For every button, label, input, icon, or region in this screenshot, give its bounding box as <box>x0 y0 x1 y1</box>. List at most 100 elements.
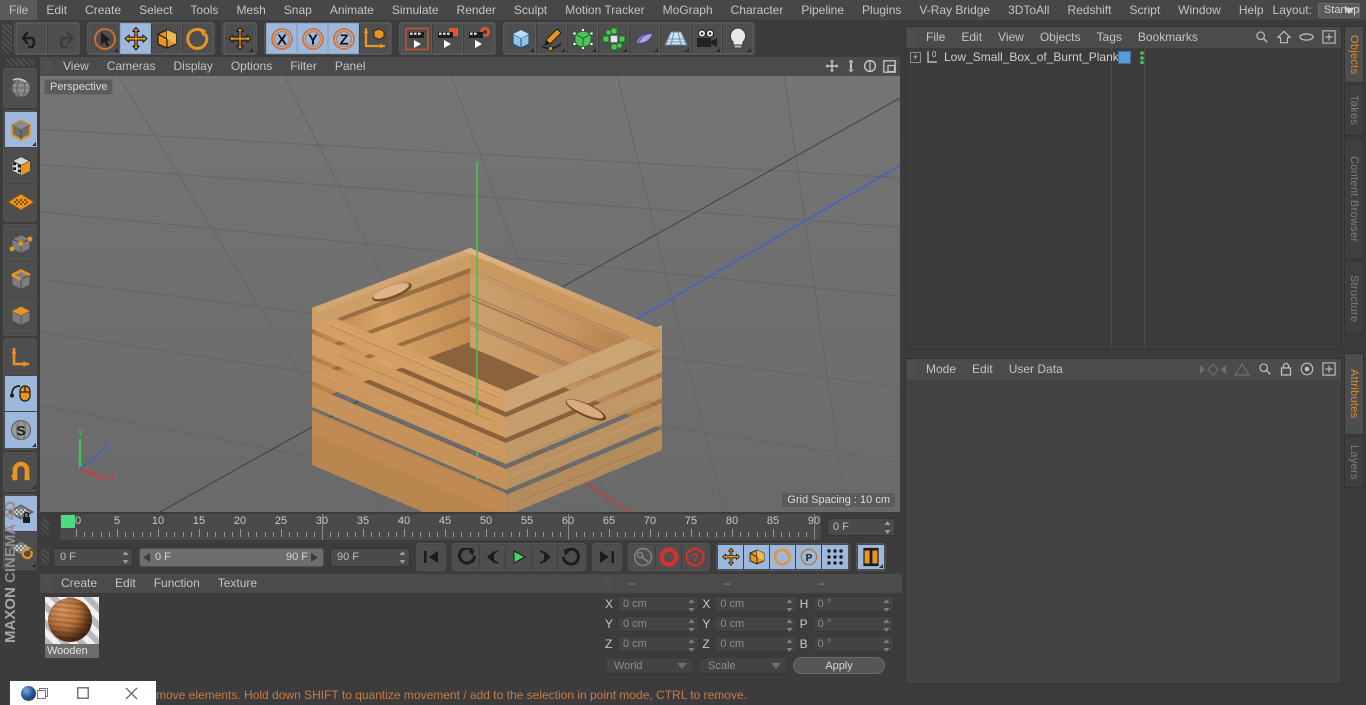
lock-z-axis[interactable]: Z <box>328 23 359 54</box>
object-tag-material[interactable] <box>1118 51 1131 64</box>
viewport-menu-panel[interactable]: Panel <box>326 57 375 76</box>
enable-axis-button[interactable] <box>5 340 37 376</box>
render-view-button[interactable] <box>401 23 432 54</box>
menu-mograph[interactable]: MoGraph <box>654 0 722 20</box>
menu-plugins[interactable]: Plugins <box>853 0 910 20</box>
spinner-icon[interactable] <box>786 639 793 652</box>
ellipse-icon[interactable] <box>1299 32 1314 42</box>
rotate-icon[interactable] <box>863 59 877 73</box>
menu-animate[interactable]: Animate <box>321 0 383 20</box>
search-icon[interactable] <box>1258 362 1272 376</box>
scale-key-button[interactable] <box>744 545 770 569</box>
objects-tree[interactable]: + 0 Low_Small_Box_of_Burnt_Planks <box>906 48 1341 349</box>
play-back-button[interactable] <box>480 545 506 569</box>
plus-box-icon[interactable] <box>1322 362 1336 376</box>
live-selection-tool[interactable] <box>89 23 120 54</box>
lock-icon[interactable] <box>1280 362 1292 376</box>
coord-pos-field-2[interactable]: 0 cm <box>617 636 700 652</box>
coordinate-system-select[interactable]: World <box>605 657 693 674</box>
timeline-frame-field[interactable]: 0 F <box>827 518 895 536</box>
timeline-current-marker[interactable] <box>61 515 75 528</box>
playback-grip[interactable] <box>41 549 49 565</box>
left-toolbar-grip[interactable] <box>6 58 34 66</box>
spinner-icon[interactable] <box>883 639 890 652</box>
lock-x-axis[interactable]: X <box>266 23 297 54</box>
objects-menu-objects[interactable]: Objects <box>1032 27 1089 48</box>
maximize-icon[interactable] <box>883 59 896 73</box>
coord-size-field-0[interactable]: 0 cm <box>714 596 797 612</box>
expand-icon[interactable]: + <box>910 51 921 63</box>
menu-pipeline[interactable]: Pipeline <box>792 0 853 20</box>
material-item[interactable]: Wooden <box>45 597 101 658</box>
spinner-icon[interactable] <box>786 599 793 612</box>
add-spline-button[interactable] <box>536 23 567 54</box>
viewport-grip[interactable] <box>42 59 52 74</box>
add-deformer-button[interactable] <box>598 23 629 54</box>
keyframe-help-button[interactable]: ? <box>682 545 708 569</box>
add-generator-button[interactable] <box>567 23 598 54</box>
preview-range-bar[interactable]: 0 F 90 F <box>139 547 324 567</box>
menu-edit[interactable]: Edit <box>37 0 76 20</box>
menu-tools[interactable]: Tools <box>181 0 227 20</box>
world-object-coordinates[interactable] <box>359 23 390 54</box>
add-light-button[interactable] <box>722 23 753 54</box>
material-menu-function[interactable]: Function <box>145 574 209 593</box>
viewport-3d[interactable]: Perspective Grid Spacing : 10 cm Y X Z <box>40 76 900 512</box>
coordinates-grip[interactable] <box>602 576 610 591</box>
attributes-grip[interactable] <box>908 362 916 377</box>
side-tab-layers[interactable]: Layers <box>1344 436 1364 489</box>
plus-box-icon[interactable] <box>1322 30 1336 44</box>
c4d-taskbar-icon[interactable] <box>10 681 59 705</box>
objects-menu-edit[interactable]: Edit <box>953 27 990 48</box>
spinner-icon[interactable] <box>122 550 129 564</box>
apply-button[interactable]: Apply <box>793 657 885 674</box>
spinner-icon[interactable] <box>399 550 406 564</box>
record-active-objects-button[interactable] <box>630 545 656 569</box>
side-tab-structure[interactable]: Structure <box>1344 261 1364 336</box>
move-axis-tool[interactable] <box>224 23 255 54</box>
workplane-button[interactable]: S <box>5 412 37 448</box>
target-icon[interactable] <box>1300 362 1314 376</box>
rotation-key-button[interactable] <box>770 545 796 569</box>
points-mode-button[interactable] <box>5 226 37 262</box>
autokeying-button[interactable] <box>656 545 682 569</box>
enable-snapping-button[interactable] <box>5 454 37 490</box>
material-menu-texture[interactable]: Texture <box>209 574 266 593</box>
objects-menu-view[interactable]: View <box>990 27 1032 48</box>
side-tab-attributes[interactable]: Attributes <box>1344 353 1364 436</box>
spinner-icon[interactable] <box>688 599 695 612</box>
lock-y-axis[interactable]: Y <box>297 23 328 54</box>
coordinate-mode-select[interactable]: Scale <box>699 657 787 674</box>
menu-simulate[interactable]: Simulate <box>383 0 448 20</box>
coord-rot-field-0[interactable]: 0 ° <box>811 596 894 612</box>
attributes-menu-edit[interactable]: Edit <box>964 359 1001 380</box>
spinner-icon[interactable] <box>883 599 890 612</box>
toolbar-grip[interactable] <box>2 23 12 54</box>
menu-select[interactable]: Select <box>130 0 181 20</box>
maximize-window-button[interactable] <box>59 681 108 705</box>
coord-pos-field-1[interactable]: 0 cm <box>617 616 700 632</box>
make-editable-button[interactable] <box>5 112 37 148</box>
timeline-grip[interactable] <box>41 519 49 535</box>
add-camera-button[interactable] <box>691 23 722 54</box>
current-frame-field[interactable]: 0 F <box>53 547 133 567</box>
coord-size-field-1[interactable]: 0 cm <box>714 616 797 632</box>
coord-rot-field-2[interactable]: 0 ° <box>811 636 894 652</box>
menu-sculpt[interactable]: Sculpt <box>505 0 556 20</box>
viewport-menu-cameras[interactable]: Cameras <box>98 57 165 76</box>
viewport-menu-filter[interactable]: Filter <box>281 57 326 76</box>
material-menu-edit[interactable]: Edit <box>106 574 145 593</box>
step-forward-button[interactable] <box>532 545 558 569</box>
texture-mode-button[interactable] <box>5 148 37 184</box>
viewport-menu-view[interactable]: View <box>54 57 98 76</box>
orange-grid-plane-button[interactable] <box>5 184 37 220</box>
objects-grip[interactable] <box>908 30 916 45</box>
undo-button[interactable] <box>16 23 47 54</box>
move-tool[interactable] <box>120 23 151 54</box>
objects-menu-tags[interactable]: Tags <box>1089 27 1130 48</box>
position-key-button[interactable] <box>718 545 744 569</box>
menu-help[interactable]: Help <box>1230 0 1273 20</box>
spinner-icon[interactable] <box>883 619 890 632</box>
menu-motion-tracker[interactable]: Motion Tracker <box>556 0 653 20</box>
spinner-icon[interactable] <box>688 639 695 652</box>
